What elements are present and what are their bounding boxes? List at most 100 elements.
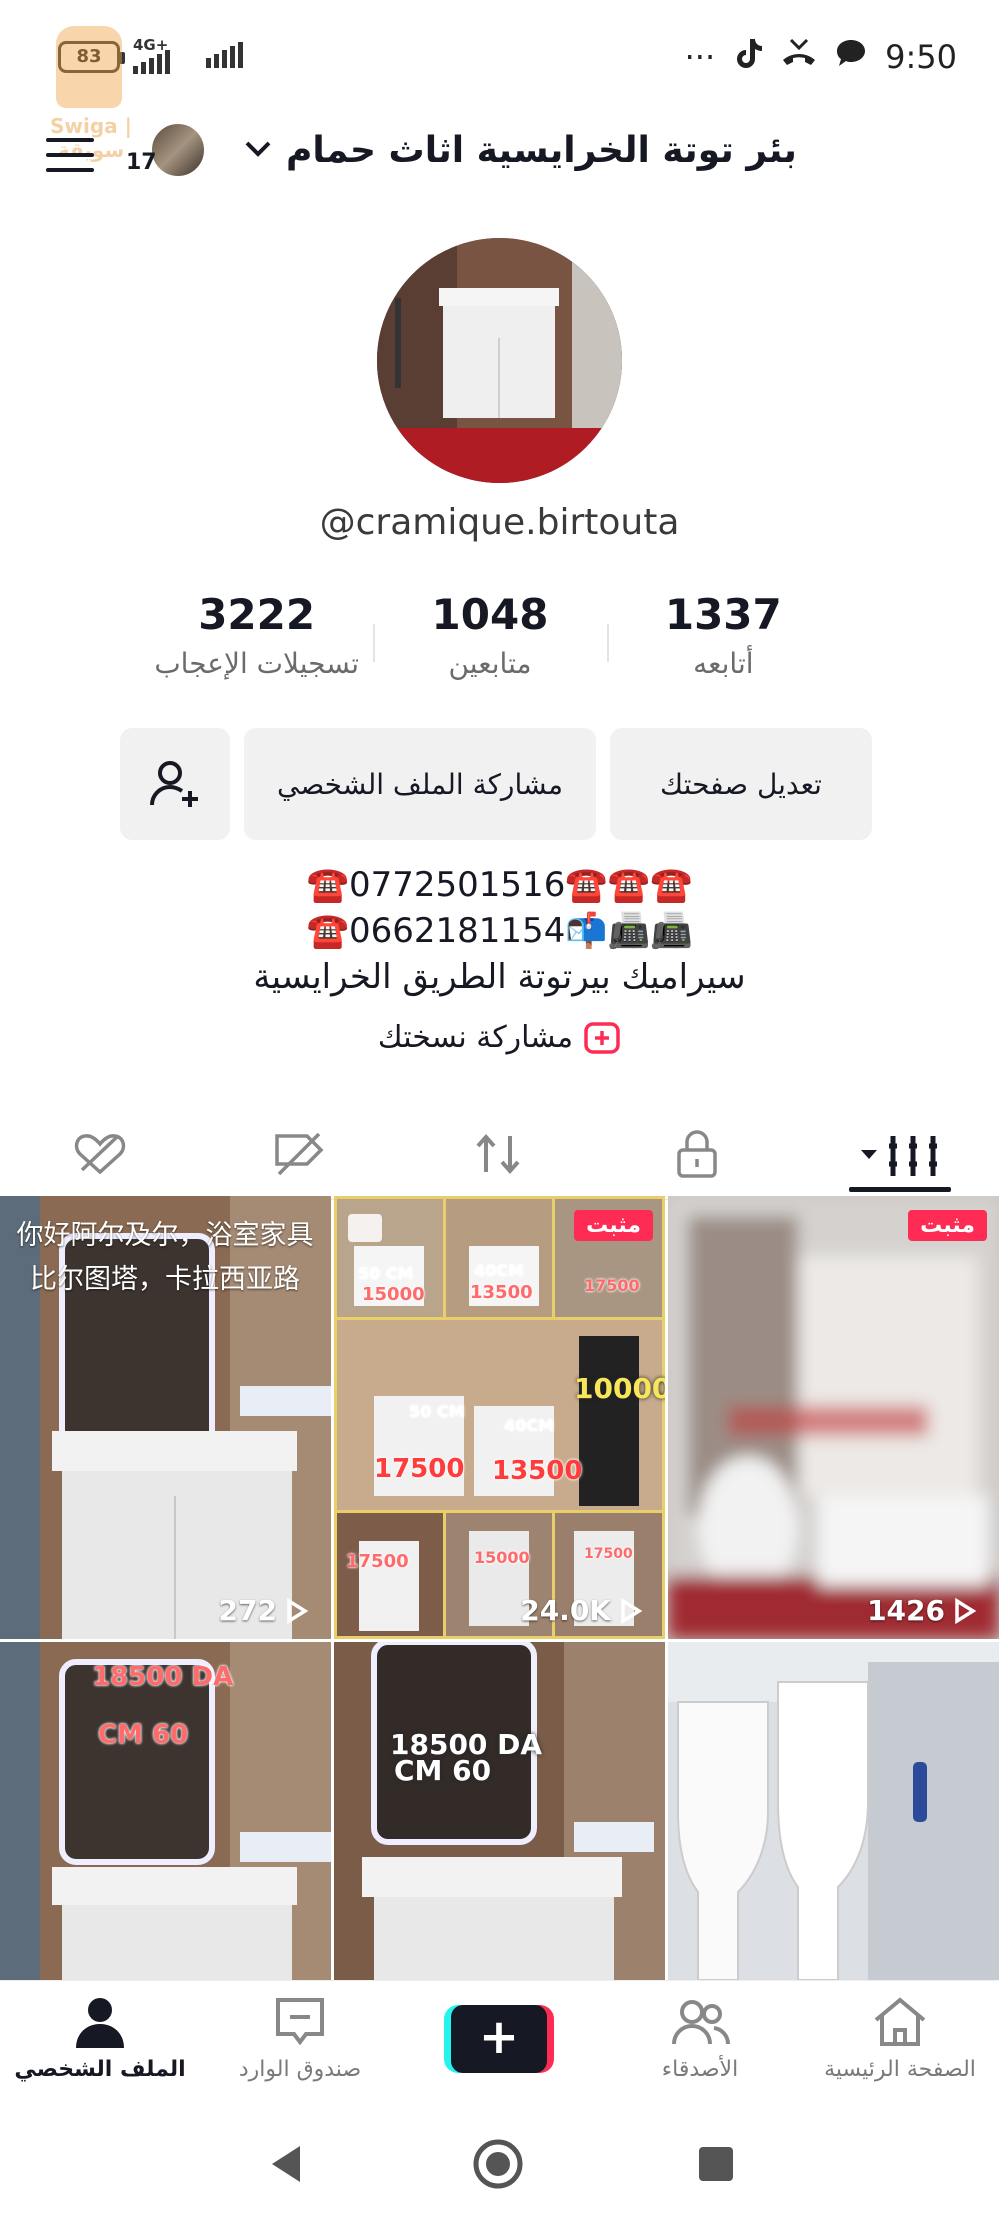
story-count: 17	[126, 150, 157, 175]
page-title: بئر توتة الخرايسية اثاث حمام	[286, 129, 797, 171]
video-grid: 你好阿尔及尔，浴室家具 比尔图塔，卡拉西亚路 272 50 CM 15000 4…	[0, 1196, 999, 1980]
missed-call-icon	[781, 38, 817, 76]
view-count-value: 24.0K	[520, 1594, 611, 1627]
more-notifications-icon: ···	[684, 38, 716, 76]
thumbnail-image	[334, 1642, 665, 1980]
bio-line-1: ☎️0772501516☎️☎️☎️	[306, 865, 693, 905]
thumbnail-image	[668, 1642, 999, 1980]
tab-private[interactable]	[647, 1108, 747, 1200]
profile-avatar[interactable]	[377, 238, 622, 483]
nav-inbox-label: صندوق الوارد	[238, 2057, 362, 2082]
price-label: 18500 DA	[92, 1662, 234, 1692]
play-icon	[621, 1597, 643, 1624]
recents-square-icon	[699, 2147, 733, 2181]
stats-row: 3222 تسجيلات الإعجاب 1048 متابعين 1337 أ…	[140, 590, 840, 700]
watermark-logo-icon	[56, 26, 122, 108]
video-thumbnail[interactable]: 50 CM 15000 40CM 13500 17500 10000 50 CM…	[334, 1196, 665, 1639]
videos-grid-icon	[861, 1136, 937, 1176]
price-label: 40CM	[474, 1261, 524, 1280]
likes-count: 3222	[198, 590, 316, 639]
price-label: 17500	[584, 1546, 633, 1562]
view-count: 24.0K	[520, 1594, 643, 1627]
bio-line-2: ☎️0662181154📬📠📠	[306, 911, 693, 951]
thumbnail-image	[0, 1642, 331, 1980]
pinned-badge: مثبت	[908, 1210, 987, 1241]
tab-tagged[interactable]	[249, 1108, 349, 1200]
view-count-value: 272	[218, 1594, 277, 1627]
video-thumbnail[interactable]: 18500 DA CM 60	[334, 1642, 665, 1980]
nav-friends-label: الأصدقاء	[661, 2057, 739, 2082]
price-label: CM 60	[98, 1720, 189, 1750]
account-switcher[interactable]: بئر توتة الخرايسية اثاث حمام	[244, 120, 797, 180]
bio: ☎️0772501516☎️☎️☎️ ☎️0662181154📬📠📠 سيرام…	[0, 862, 999, 1000]
inbox-icon	[276, 1998, 324, 2046]
recents-button[interactable]	[686, 2134, 746, 2194]
friends-icon	[672, 2000, 730, 2045]
add-user-icon	[150, 761, 198, 807]
plus-icon: +	[451, 2005, 547, 2073]
price-label: 15000	[474, 1548, 530, 1567]
create-button[interactable]: +	[444, 2005, 554, 2073]
edit-profile-button[interactable]: تعديل صفحتك	[610, 728, 872, 840]
price-label: 15000	[362, 1284, 425, 1305]
username: @cramique.birtouta	[319, 502, 680, 543]
view-count-value: 1426	[867, 1594, 945, 1627]
price-label: 50 CM	[358, 1264, 414, 1283]
content-tabs	[0, 1108, 999, 1200]
bottom-navigation: الصفحة الرئيسية الأصدقاء + صندوق الوارد	[0, 1980, 999, 2110]
message-bubble-icon	[835, 38, 867, 76]
tab-reposts[interactable]	[448, 1108, 548, 1200]
add-friend-button[interactable]	[120, 728, 230, 840]
price-label: 40CM	[504, 1416, 554, 1435]
clock: 9:50	[885, 38, 957, 76]
view-count: 272	[219, 1594, 309, 1627]
share-copy-label: مشاركة نسختك	[377, 1020, 574, 1055]
nav-home[interactable]: الصفحة الرئيسية	[800, 1991, 999, 2111]
video-thumbnail[interactable]: 你好阿尔及尔，浴室家具 比尔图塔，卡拉西亚路 272	[0, 1196, 331, 1639]
price-label: 50 CM	[409, 1402, 465, 1421]
lock-icon	[677, 1130, 717, 1178]
signal-strength-icon-2	[206, 42, 246, 70]
home-circle-icon	[473, 2139, 523, 2189]
nav-home-label: الصفحة الرئيسية	[824, 2057, 976, 2082]
thumbnail-image-blurred	[668, 1196, 999, 1639]
price-label: 13500	[470, 1282, 533, 1303]
price-label: 13500	[492, 1456, 583, 1486]
stat-following[interactable]: 1337 أتابعه	[606, 590, 840, 700]
view-count: 1426	[867, 1594, 977, 1627]
video-thumbnail[interactable]: 18500 DA CM 60	[0, 1642, 331, 1980]
price-label: 17500	[584, 1276, 640, 1295]
stat-likes[interactable]: 3222 تسجيلات الإعجاب	[140, 590, 373, 700]
home-button[interactable]	[468, 2134, 528, 2194]
tiktok-icon	[733, 37, 763, 77]
stat-followers[interactable]: 1048 متابعين	[373, 590, 606, 700]
system-navigation	[0, 2110, 999, 2222]
bio-line-3: سيراميك بيرتوتة الطريق الخرايسية	[253, 957, 746, 997]
tab-liked[interactable]	[50, 1108, 150, 1200]
profile-icon	[76, 1998, 124, 2048]
price-label: 10000	[574, 1372, 665, 1405]
active-tab-indicator	[849, 1187, 951, 1192]
video-thumbnail[interactable]: مثبت 1426	[668, 1196, 999, 1639]
video-caption: 你好阿尔及尔，浴室家具 比尔图塔，卡拉西亚路	[16, 1220, 314, 1295]
share-profile-button[interactable]: مشاركة الملف الشخصي	[244, 728, 596, 840]
status-right: ··· 9:50	[685, 32, 957, 82]
play-icon	[955, 1597, 977, 1624]
story-avatar[interactable]	[150, 122, 206, 178]
home-icon	[874, 1997, 926, 2046]
repost-icon	[476, 1133, 520, 1175]
liked-hidden-icon	[74, 1134, 126, 1175]
share-copy-link[interactable]: مشاركة نسختك	[0, 1020, 999, 1055]
nav-inbox[interactable]: صندوق الوارد	[200, 1991, 400, 2111]
following-count: 1337	[664, 590, 782, 639]
profile-header: 17 بئر توتة الخرايسية اثاث حمام	[0, 110, 999, 200]
nav-friends[interactable]: الأصدقاء	[600, 1991, 800, 2111]
followers-label: متابعين	[448, 647, 532, 680]
nav-profile[interactable]: الملف الشخصي	[0, 1991, 200, 2111]
followers-count: 1048	[431, 590, 549, 639]
play-icon	[287, 1597, 309, 1624]
price-label: 17500	[374, 1454, 465, 1484]
back-button[interactable]	[256, 2134, 316, 2194]
menu-icon[interactable]	[46, 138, 94, 172]
video-thumbnail[interactable]	[668, 1642, 999, 1980]
